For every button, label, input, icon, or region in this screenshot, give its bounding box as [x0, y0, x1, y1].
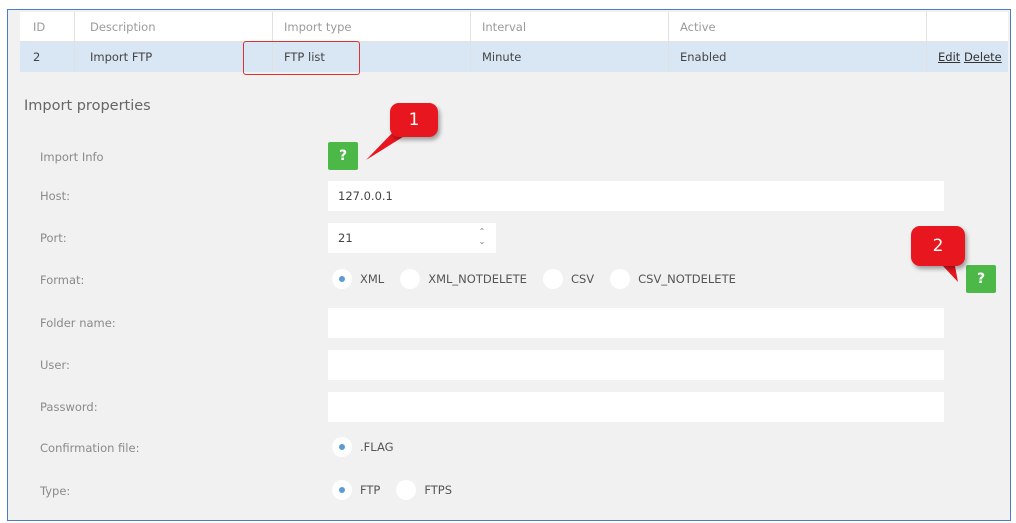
row-id: 2 [33, 50, 41, 64]
import-info-help-button[interactable]: ? [328, 142, 358, 170]
edit-link[interactable]: Edit [938, 50, 960, 64]
callout-badge-2: 2 [911, 226, 965, 266]
row-import-type: FTP list [284, 50, 325, 64]
confirmation-radio-group: .FLAG [332, 436, 410, 458]
column-header-description: Description [90, 20, 156, 34]
user-input[interactable] [328, 350, 944, 380]
port-label: Port: [40, 231, 67, 245]
row-interval: Minute [482, 50, 522, 64]
password-label: Password: [40, 400, 98, 414]
column-header-active: Active [680, 20, 716, 34]
password-input[interactable] [328, 392, 944, 422]
format-option-label: CSV [570, 272, 595, 286]
port-value: 21 [338, 231, 353, 245]
format-option-label: XML_NOTDELETE [428, 272, 527, 286]
column-divider [668, 12, 669, 72]
section-title: Import properties [24, 98, 151, 114]
row-actions: Edit Delete [938, 42, 1002, 72]
delete-link[interactable]: Delete [964, 50, 1002, 64]
type-radio-group: FTP FTPS [332, 479, 468, 501]
user-label: User: [40, 358, 70, 372]
type-radio-ftp[interactable] [332, 480, 352, 500]
help-icon: ? [338, 148, 348, 164]
column-divider [74, 12, 75, 72]
port-stepper[interactable]: ⌃ ⌄ [476, 227, 488, 249]
column-divider [272, 12, 273, 72]
format-option-label: CSV_NOTDELETE [638, 272, 736, 286]
row-active: Enabled [680, 50, 727, 64]
format-radio-csv-notdelete[interactable] [610, 269, 631, 289]
imports-table: ID Description Import type Interval Acti… [20, 12, 1008, 72]
column-divider [926, 12, 927, 72]
callout-badge-1: 1 [390, 103, 438, 137]
format-radio-xml[interactable] [332, 269, 352, 289]
column-divider [470, 12, 471, 72]
host-label: Host: [40, 189, 71, 203]
folder-name-input[interactable] [328, 308, 944, 338]
format-option-label: XML [360, 272, 385, 286]
host-input[interactable] [328, 181, 944, 211]
folder-name-label: Folder name: [40, 316, 116, 330]
port-input[interactable]: 21 ⌃ ⌄ [328, 223, 496, 253]
format-radio-group: XML XML_NOTDELETE CSV CSV_NOTDELETE [332, 268, 752, 290]
type-option-label: FTP [360, 483, 381, 497]
table-row[interactable]: 2 Import FTP FTP list Minute Enabled Edi… [20, 42, 1008, 72]
format-radio-csv[interactable] [542, 269, 563, 289]
confirmation-option-label: .FLAG [360, 440, 394, 454]
chevron-down-icon[interactable]: ⌄ [476, 237, 488, 247]
type-radio-ftps[interactable] [396, 480, 417, 500]
help-icon: ? [976, 271, 986, 287]
column-header-import-type: Import type [284, 20, 352, 34]
chevron-up-icon[interactable]: ⌃ [476, 227, 488, 237]
row-description: Import FTP [90, 50, 153, 64]
import-settings-panel: ID Description Import type Interval Acti… [7, 9, 1011, 521]
column-header-interval: Interval [482, 20, 527, 34]
type-label: Type: [40, 484, 71, 498]
format-label: Format: [40, 273, 85, 287]
confirmation-file-label: Confirmation file: [40, 441, 140, 455]
import-info-label: Import Info [40, 150, 104, 164]
format-radio-xml-notdelete[interactable] [400, 269, 421, 289]
format-help-button[interactable]: ? [966, 265, 996, 293]
table-header-row: ID Description Import type Interval Acti… [20, 12, 1008, 42]
column-header-id: ID [33, 20, 46, 34]
confirmation-radio-flag[interactable] [332, 437, 352, 457]
type-option-label: FTPS [424, 483, 453, 497]
